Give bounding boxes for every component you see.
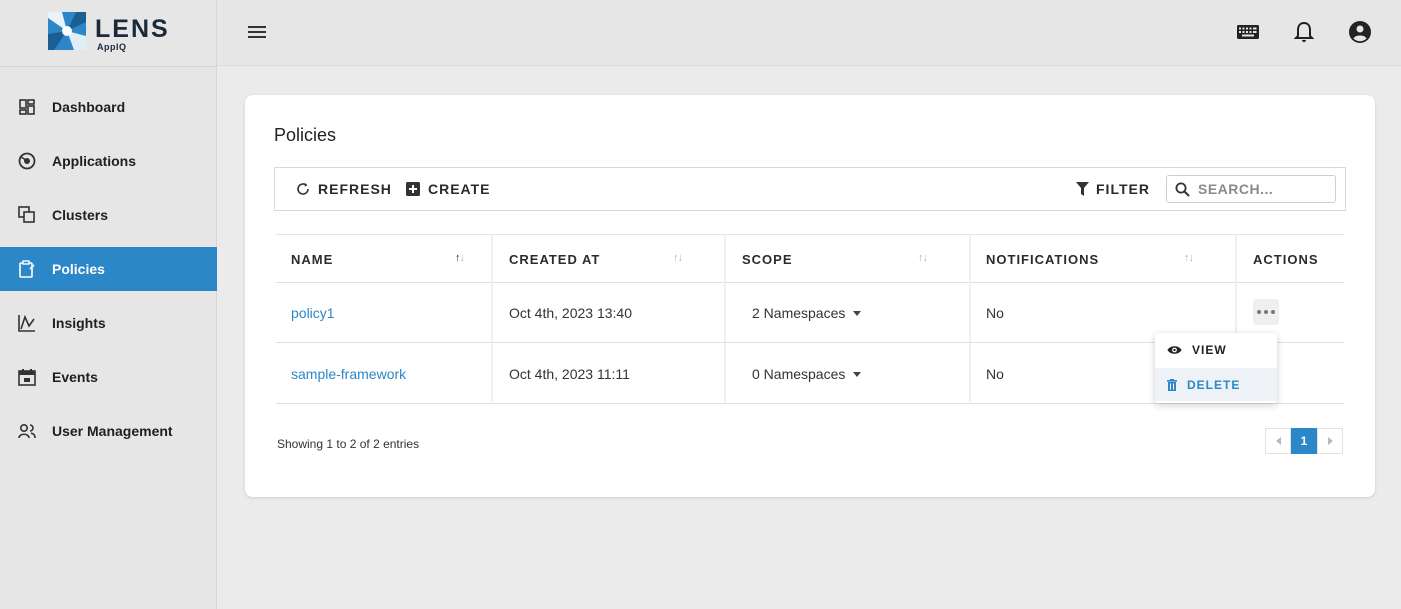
column-header-scope[interactable]: SCOPE [742, 235, 793, 283]
sidebar-item-policies[interactable]: Policies [0, 247, 217, 291]
notifications-cell: No [986, 305, 1004, 321]
brand-name: LENS [95, 15, 170, 43]
filter-label: FILTER [1096, 181, 1150, 197]
sidebar-item-label: Events [52, 369, 98, 385]
create-button[interactable]: CREATE [406, 168, 491, 210]
column-header-name[interactable]: NAME [291, 235, 333, 283]
row-actions-menu: VIEW DELETE [1155, 333, 1277, 403]
delete-menu-item[interactable]: DELETE [1155, 368, 1277, 401]
page-button-1[interactable]: 1 [1291, 428, 1317, 454]
applications-icon [18, 152, 36, 170]
caret-down-icon [853, 371, 862, 377]
keyboard-icon[interactable] [1236, 20, 1260, 44]
filter-button[interactable]: FILTER [1076, 168, 1150, 210]
caret-down-icon [853, 310, 862, 316]
add-box-icon [406, 182, 420, 196]
sidebar-item-label: Insights [52, 315, 106, 331]
sidebar-item-label: Policies [52, 261, 105, 277]
policy-name-link[interactable]: policy1 [291, 305, 335, 321]
eye-icon [1167, 345, 1182, 355]
chevron-left-icon [1275, 437, 1281, 445]
brand-subtitle: AppIQ [97, 42, 127, 52]
view-menu-item[interactable]: VIEW [1155, 333, 1277, 366]
delete-label: DELETE [1187, 377, 1241, 392]
sort-name-icon[interactable]: ↑↓ [455, 252, 465, 264]
policy-name-link[interactable]: sample-framework [291, 366, 406, 382]
more-horizontal-icon [1257, 310, 1275, 314]
column-header-created-at[interactable]: CREATED AT [509, 235, 600, 283]
top-bar [217, 0, 1401, 66]
dashboard-icon [18, 98, 36, 116]
prev-page-button[interactable] [1265, 428, 1291, 454]
sidebar-item-label: User Management [52, 423, 173, 439]
sidebar: LENS AppIQ Dashboard Applications Cluste… [0, 0, 217, 609]
menu-icon[interactable] [247, 22, 267, 42]
refresh-icon [296, 182, 310, 196]
notifications-cell: No [986, 366, 1004, 382]
scope-dropdown[interactable]: 2 Namespaces [752, 305, 862, 321]
created-at-cell: Oct 4th, 2023 11:11 [509, 366, 630, 382]
user-management-icon [18, 422, 36, 440]
filter-icon [1076, 182, 1089, 196]
refresh-button[interactable]: REFRESH [296, 168, 392, 210]
entries-info: Showing 1 to 2 of 2 entries [277, 437, 420, 451]
view-label: VIEW [1192, 342, 1227, 357]
sidebar-item-insights[interactable]: Insights [0, 301, 217, 345]
refresh-label: REFRESH [318, 181, 392, 197]
sidebar-item-applications[interactable]: Applications [0, 139, 217, 183]
table-header: NAME ↑↓ CREATED AT ↑↓ SCOPE ↑↓ NOTIFICAT… [276, 234, 1344, 283]
column-header-notifications[interactable]: NOTIFICATIONS [986, 235, 1099, 283]
sidebar-item-dashboard[interactable]: Dashboard [0, 85, 217, 129]
sort-notifications-icon[interactable]: ↑↓ [1184, 252, 1194, 264]
trash-icon [1167, 378, 1177, 391]
scope-value: 2 Namespaces [752, 305, 846, 321]
search-box[interactable] [1166, 175, 1336, 203]
created-at-cell: Oct 4th, 2023 13:40 [509, 305, 632, 321]
sidebar-item-events[interactable]: Events [0, 355, 217, 399]
sidebar-item-clusters[interactable]: Clusters [0, 193, 217, 237]
column-header-actions: ACTIONS [1253, 251, 1319, 267]
search-input[interactable] [1198, 181, 1328, 197]
account-icon[interactable] [1348, 20, 1372, 44]
scope-value: 0 Namespaces [752, 366, 846, 382]
events-icon [18, 368, 36, 386]
sidebar-item-label: Applications [52, 153, 137, 169]
chevron-right-icon [1327, 437, 1333, 445]
page-title: Policies [274, 125, 337, 145]
pagination: 1 [1265, 428, 1343, 454]
clusters-icon [18, 206, 36, 224]
logo[interactable]: LENS AppIQ [0, 0, 216, 67]
sidebar-item-user-management[interactable]: User Management [0, 409, 217, 453]
sort-scope-icon[interactable]: ↑↓ [918, 252, 928, 264]
policies-card: Policies REFRESH CREATE FILTER NAME [245, 95, 1375, 497]
sidebar-item-label: Clusters [52, 207, 109, 223]
search-icon [1175, 182, 1190, 197]
scope-dropdown[interactable]: 0 Namespaces [752, 366, 862, 382]
row-actions-button[interactable] [1253, 299, 1279, 325]
insights-icon [18, 314, 36, 332]
table-toolbar: REFRESH CREATE FILTER [274, 167, 1346, 211]
create-label: CREATE [428, 181, 491, 197]
sidebar-item-label: Dashboard [52, 99, 126, 115]
policies-icon [18, 260, 36, 278]
bell-icon[interactable] [1292, 20, 1316, 44]
sort-created-at-icon[interactable]: ↑↓ [673, 252, 683, 264]
lens-logo-icon [48, 12, 86, 50]
next-page-button[interactable] [1317, 428, 1343, 454]
